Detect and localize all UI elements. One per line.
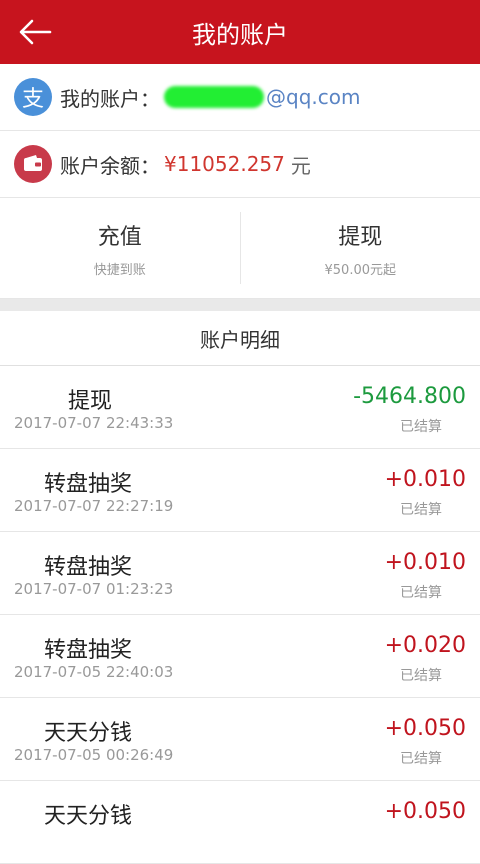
- recharge-button[interactable]: 充值 快捷到账: [0, 198, 240, 298]
- list-item[interactable]: 转盘抽奖 2017-07-05 22:40:03 +0.020 已结算: [0, 615, 480, 698]
- redacted-mask: [164, 86, 264, 108]
- balance-label: 账户余额：: [60, 150, 160, 179]
- withdraw-label: 提现: [338, 219, 382, 251]
- withdraw-button[interactable]: 提现 ¥50.00元起: [240, 212, 480, 284]
- tx-time: 2017-07-05 00:26:49: [14, 746, 173, 764]
- tx-status: 已结算: [400, 582, 442, 602]
- wallet-icon: [14, 145, 52, 183]
- list-item[interactable]: 转盘抽奖 2017-07-07 01:23:23 +0.010 已结算: [0, 532, 480, 615]
- tx-time: 2017-07-07 22:43:33: [14, 414, 173, 432]
- transaction-list: 提现 2017-07-07 22:43:33 -5464.800 已结算 转盘抽…: [0, 366, 480, 864]
- tx-amount: +0.050: [385, 799, 466, 824]
- list-item[interactable]: 天天分钱 +0.050: [0, 781, 480, 864]
- tx-time: 2017-07-07 22:27:19: [14, 497, 173, 515]
- account-email-suffix: @qq.com: [266, 85, 360, 109]
- tx-name: 转盘抽奖: [44, 466, 132, 498]
- account-row: 支 我的账户： @qq.com: [0, 64, 480, 131]
- tx-amount: +0.020: [385, 633, 466, 658]
- list-item[interactable]: 转盘抽奖 2017-07-07 22:27:19 +0.010 已结算: [0, 449, 480, 532]
- tx-amount: +0.010: [385, 467, 466, 492]
- withdraw-sub: ¥50.00元起: [325, 259, 397, 278]
- account-info: 支 我的账户： @qq.com 账户余额： ¥11052.257 元: [0, 64, 480, 198]
- balance-value: ¥11052.257: [164, 152, 285, 176]
- page-title: 我的账户: [192, 15, 288, 50]
- tx-status: 已结算: [400, 499, 442, 519]
- tx-name: 天天分钱: [44, 798, 132, 830]
- actions-panel: 充值 快捷到账 提现 ¥50.00元起: [0, 198, 480, 299]
- tx-amount: -5464.800: [353, 384, 466, 409]
- tx-status: 已结算: [400, 748, 442, 768]
- tx-name: 转盘抽奖: [44, 632, 132, 664]
- tx-time: 2017-07-05 22:40:03: [14, 663, 173, 681]
- tx-status: 已结算: [400, 665, 442, 685]
- top-bar: 我的账户: [0, 0, 480, 64]
- tx-time: 2017-07-07 01:23:23: [14, 580, 173, 598]
- recharge-label: 充值: [98, 219, 142, 251]
- list-item[interactable]: 提现 2017-07-07 22:43:33 -5464.800 已结算: [0, 366, 480, 449]
- list-item[interactable]: 天天分钱 2017-07-05 00:26:49 +0.050 已结算: [0, 698, 480, 781]
- tx-amount: +0.010: [385, 550, 466, 575]
- tx-name: 转盘抽奖: [44, 549, 132, 581]
- detail-title: 账户明细: [0, 311, 480, 366]
- tx-name: 天天分钱: [44, 715, 132, 747]
- alipay-icon: 支: [14, 78, 52, 116]
- account-value: @qq.com: [164, 85, 360, 109]
- tx-name: 提现: [68, 383, 112, 415]
- balance-row: 账户余额： ¥11052.257 元: [0, 131, 480, 198]
- section-divider: [0, 299, 480, 311]
- tx-amount: +0.050: [385, 716, 466, 741]
- back-arrow-icon[interactable]: [16, 14, 56, 50]
- recharge-sub: 快捷到账: [94, 259, 146, 278]
- tx-status: 已结算: [400, 416, 442, 436]
- account-label: 我的账户：: [60, 83, 160, 112]
- balance-unit: 元: [291, 150, 311, 179]
